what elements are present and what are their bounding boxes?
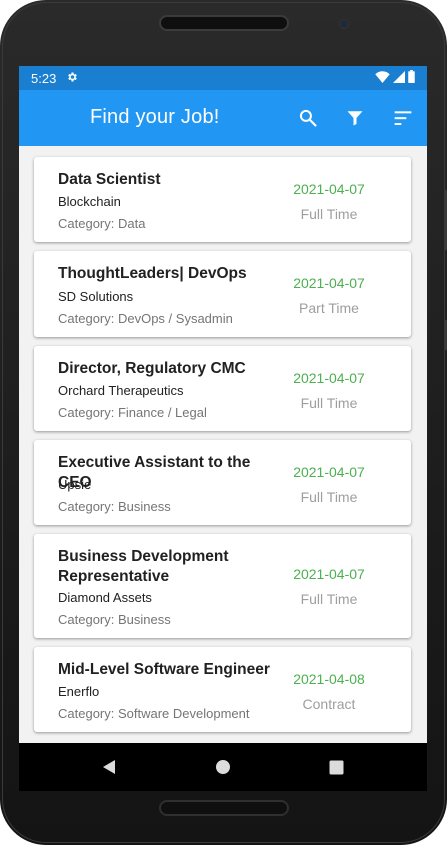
job-title: Data Scientist xyxy=(58,171,161,188)
job-list[interactable]: Data Scientist Blockchain Category: Data… xyxy=(19,146,427,743)
job-category: Category: Business xyxy=(58,499,171,514)
job-company: Diamond Assets xyxy=(58,590,152,605)
wifi-icon xyxy=(375,70,390,86)
front-camera xyxy=(339,19,349,29)
job-title: Business Development Representative xyxy=(58,548,229,585)
job-card[interactable]: Director, Regulatory CMC Orchard Therape… xyxy=(34,346,411,431)
screen: 5:23 Find your Job! Data Scientist Block… xyxy=(19,66,427,791)
status-bar: 5:23 xyxy=(19,66,427,90)
job-date: 2021-04-07 xyxy=(293,370,365,386)
job-company: Enerflo xyxy=(58,684,100,699)
phone-frame: 5:23 Find your Job! Data Scientist Block… xyxy=(0,0,447,845)
job-date: 2021-04-07 xyxy=(293,275,365,291)
job-card[interactable]: Business Development Representative Diam… xyxy=(34,534,411,638)
sort-icon[interactable] xyxy=(391,106,415,130)
job-title: Mid-Level Software Engineer xyxy=(58,661,270,678)
app-title: Find your Job! xyxy=(90,106,220,128)
job-card[interactable]: Executive Assistant to the CEO Upsie Cat… xyxy=(34,440,411,525)
top-speaker xyxy=(159,15,289,31)
job-card[interactable]: Mid-Level Software Engineer Enerflo Cate… xyxy=(34,647,411,732)
signal-icon xyxy=(393,70,405,86)
battery-icon xyxy=(408,70,415,86)
gear-icon xyxy=(66,71,78,86)
search-icon[interactable] xyxy=(296,106,320,130)
job-type: Full Time xyxy=(300,395,358,411)
job-category: Category: Business xyxy=(58,612,171,627)
job-company: Orchard Therapeutics xyxy=(58,383,184,398)
status-time: 5:23 xyxy=(31,70,57,86)
filter-icon[interactable] xyxy=(343,106,367,130)
home-circle-icon[interactable] xyxy=(211,755,235,779)
job-date: 2021-04-07 xyxy=(293,464,365,480)
job-category: Category: Finance / Legal xyxy=(58,405,207,420)
job-card[interactable]: ThoughtLeaders| DevOps SD Solutions Cate… xyxy=(34,251,411,337)
job-company: SD Solutions xyxy=(58,289,134,304)
job-type: Full Time xyxy=(300,489,358,505)
job-date: 2021-04-07 xyxy=(293,566,365,582)
job-date: 2021-04-08 xyxy=(293,671,365,687)
job-company: Upsie xyxy=(58,477,92,492)
job-type: Full Time xyxy=(300,206,358,222)
job-company: Blockchain xyxy=(58,194,121,209)
job-card[interactable]: Data Scientist Blockchain Category: Data… xyxy=(34,157,411,242)
job-category: Category: DevOps / Sysadmin xyxy=(58,311,233,326)
back-triangle-icon[interactable] xyxy=(97,755,121,779)
bottom-speaker xyxy=(159,800,289,816)
navigation-bar xyxy=(19,743,427,791)
job-type: Full Time xyxy=(300,591,358,607)
status-icons xyxy=(375,70,415,86)
job-category: Category: Data xyxy=(58,216,146,231)
job-date: 2021-04-07 xyxy=(293,181,365,197)
app-bar: Find your Job! xyxy=(19,90,427,146)
job-type: Part Time xyxy=(299,300,359,316)
job-title: Director, Regulatory CMC xyxy=(58,360,246,377)
job-category: Category: Software Development xyxy=(58,706,250,721)
job-title: ThoughtLeaders| DevOps xyxy=(58,265,247,282)
job-type: Contract xyxy=(302,696,356,712)
job-title: Executive Assistant to the CEO xyxy=(58,454,251,491)
recents-square-icon[interactable] xyxy=(324,755,348,779)
